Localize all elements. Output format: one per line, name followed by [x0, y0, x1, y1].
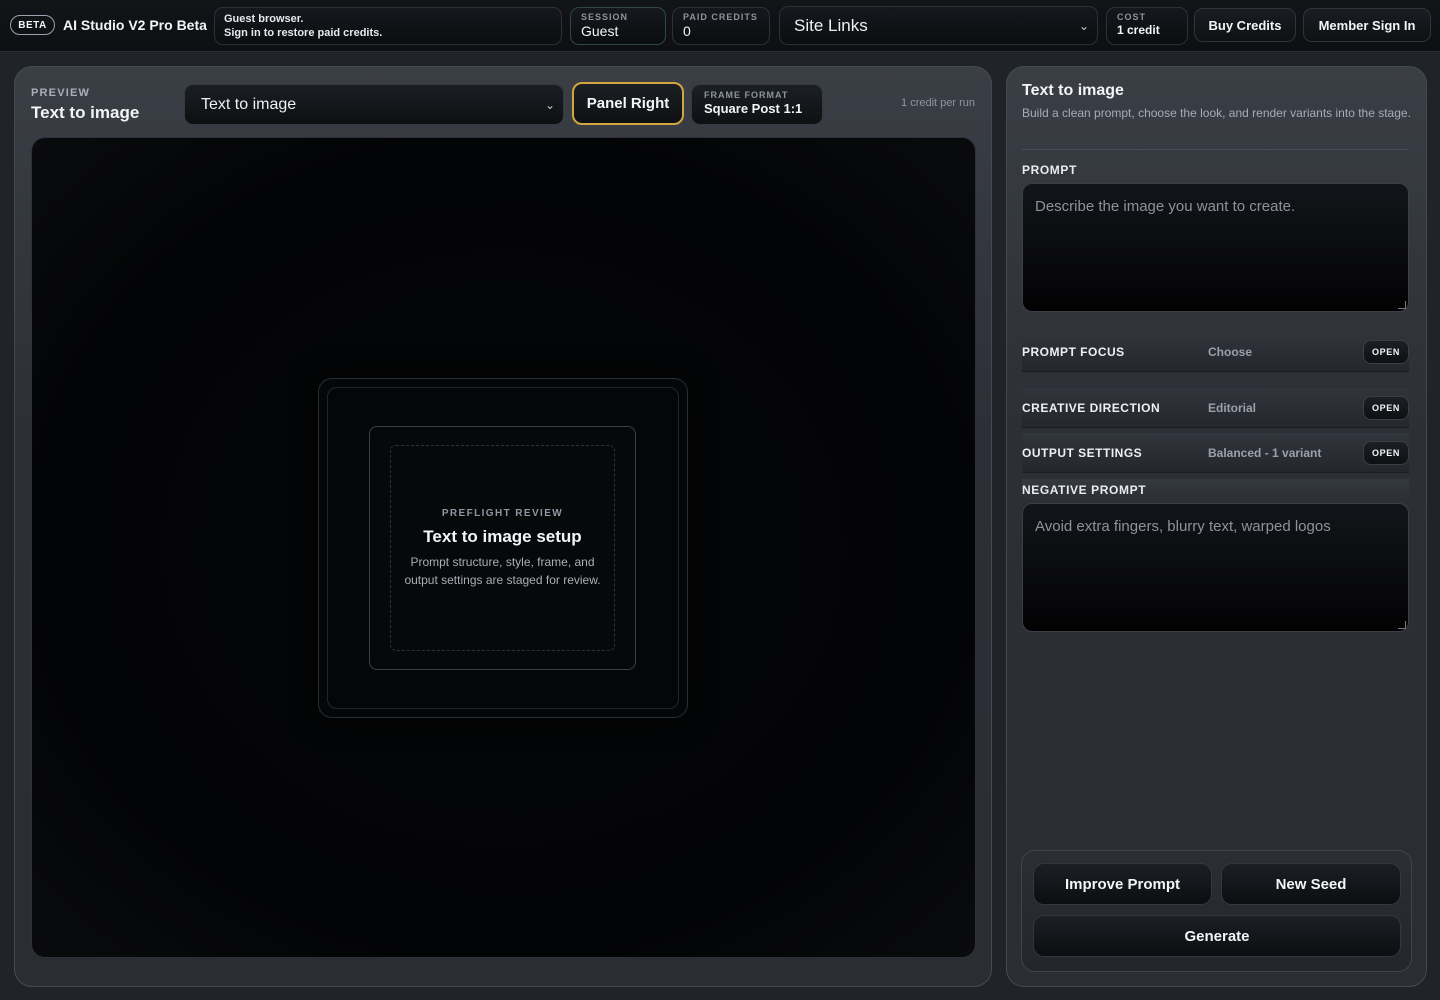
top-bar: BETA AI Studio V2 Pro Beta Guest browser…	[0, 0, 1440, 52]
preview-label: PREVIEW	[31, 87, 91, 99]
negative-prompt-textarea[interactable]: Avoid extra fingers, blurry text, warped…	[1022, 503, 1409, 632]
creative-direction-open-button[interactable]: OPEN	[1363, 395, 1409, 420]
session-status: SESSION Guest	[570, 7, 666, 45]
output-settings-row: OUTPUT SETTINGS Balanced - 1 variant OPE…	[1022, 433, 1409, 473]
paid-credits-value: 0	[683, 23, 691, 39]
preview-stage: PREFLIGHT REVIEW Text to image setup Pro…	[31, 137, 976, 958]
resize-grip-icon[interactable]	[1398, 621, 1406, 629]
prompt-focus-row: PROMPT FOCUS Choose OPEN	[1022, 332, 1409, 372]
preflight-card: PREFLIGHT REVIEW Text to image setup Pro…	[369, 426, 636, 670]
prompt-focus-value: Choose	[1208, 344, 1253, 359]
control-panel: Text to image Build a clean prompt, choo…	[1006, 66, 1427, 987]
guest-notice-line2: Sign in to restore paid credits.	[224, 27, 383, 39]
buy-credits-button[interactable]: Buy Credits	[1194, 8, 1296, 42]
preflight-description: Prompt structure, style, frame, and outp…	[404, 554, 601, 587]
prompt-focus-open-button[interactable]: OPEN	[1363, 339, 1409, 364]
controls-title: Text to image	[1022, 82, 1124, 99]
creative-direction-row: CREATIVE DIRECTION Editorial OPEN	[1022, 388, 1409, 428]
cost-status: COST 1 credit	[1106, 7, 1188, 45]
creative-direction-label: CREATIVE DIRECTION	[1022, 400, 1161, 415]
resize-grip-icon[interactable]	[1398, 301, 1406, 309]
new-seed-button[interactable]: New Seed	[1221, 863, 1401, 905]
mode-select[interactable]: Text to image ⌄	[184, 84, 564, 125]
generate-button[interactable]: Generate	[1033, 915, 1401, 957]
paid-credits-label: PAID CREDITS	[683, 12, 758, 22]
output-settings-value: Balanced - 1 variant	[1208, 445, 1322, 460]
stage-frame: PREFLIGHT REVIEW Text to image setup Pro…	[318, 378, 688, 718]
preflight-label: PREFLIGHT REVIEW	[441, 507, 564, 519]
prompt-textarea[interactable]: Describe the image you want to create.	[1022, 183, 1409, 312]
preflight-title: Text to image setup	[423, 526, 582, 546]
session-label: SESSION	[581, 12, 629, 22]
cost-label: COST	[1117, 12, 1147, 22]
app-title: AI Studio V2 Pro Beta	[63, 17, 207, 33]
action-buttons: Improve Prompt New Seed Generate	[1021, 850, 1412, 972]
creative-direction-value: Editorial	[1208, 400, 1257, 415]
credit-per-run-note: 1 credit per run	[901, 97, 975, 109]
output-settings-open-button[interactable]: OPEN	[1363, 440, 1409, 465]
controls-description: Build a clean prompt, choose the look, a…	[1022, 106, 1411, 120]
preview-title: Text to image	[31, 103, 140, 122]
divider	[1022, 149, 1409, 150]
paid-credits-status: PAID CREDITS 0	[672, 7, 770, 45]
cost-value: 1 credit	[1117, 23, 1160, 37]
preview-panel: PREVIEW Text to image Text to image ⌄ Pa…	[14, 66, 992, 987]
prompt-placeholder: Describe the image you want to create.	[1035, 198, 1296, 215]
site-links-value: Site Links	[794, 15, 868, 35]
guest-notice-line1: Guest browser.	[224, 13, 304, 25]
chevron-down-icon: ⌄	[1078, 18, 1089, 33]
improve-prompt-button[interactable]: Improve Prompt	[1033, 863, 1212, 905]
session-value: Guest	[581, 23, 619, 39]
chevron-down-icon: ⌄	[544, 97, 555, 112]
site-links-select[interactable]: Site Links ⌄	[779, 6, 1098, 45]
mode-select-value: Text to image	[201, 95, 297, 113]
guest-notice: Guest browser. Sign in to restore paid c…	[214, 7, 562, 45]
negative-prompt-placeholder: Avoid extra fingers, blurry text, warped…	[1035, 518, 1331, 535]
preflight-placeholder: PREFLIGHT REVIEW Text to image setup Pro…	[390, 445, 615, 651]
frame-format-value: Square Post 1:1	[704, 101, 803, 116]
output-settings-label: OUTPUT SETTINGS	[1022, 445, 1143, 460]
prompt-label: PROMPT	[1022, 163, 1077, 177]
panel-right-button[interactable]: Panel Right	[572, 82, 684, 125]
negative-prompt-header: NEGATIVE PROMPT	[1022, 479, 1409, 501]
prompt-focus-label: PROMPT FOCUS	[1022, 344, 1125, 359]
negative-prompt-label: NEGATIVE PROMPT	[1022, 483, 1147, 497]
member-sign-in-button[interactable]: Member Sign In	[1303, 8, 1431, 42]
beta-badge: BETA	[10, 15, 55, 35]
frame-format-label: FRAME FORMAT	[704, 90, 789, 100]
frame-format-selector[interactable]: FRAME FORMAT Square Post 1:1	[691, 84, 823, 125]
